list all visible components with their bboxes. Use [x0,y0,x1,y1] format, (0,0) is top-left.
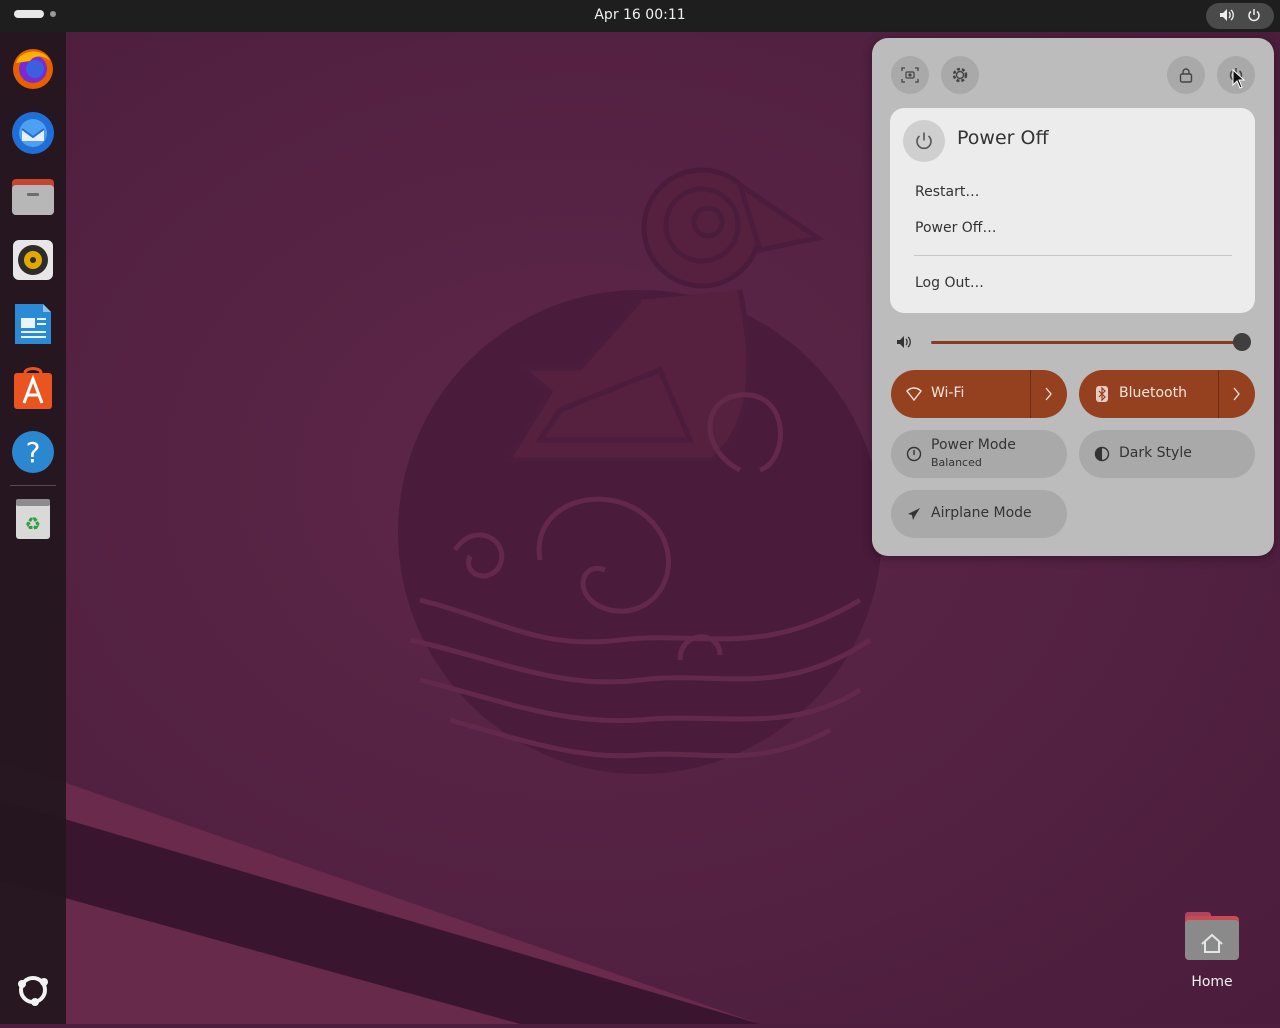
dock: ? ♻ [0,32,66,1024]
power-menu-separator [914,255,1232,256]
bluetooth-icon [1093,385,1111,403]
power-mode-icon [905,445,923,463]
power-icon [1247,7,1261,26]
svg-text:♻: ♻ [25,514,41,535]
top-bar: Apr 16 00:11 [0,0,1280,32]
volume-icon [896,334,912,353]
volume-row [896,330,1251,354]
lock-icon [1179,68,1193,83]
airplane-mode-toggle[interactable]: Airplane Mode [891,490,1067,538]
dock-item-writer[interactable] [9,300,57,348]
power-mode-subtitle: Balanced [931,456,982,469]
bluetooth-label: Bluetooth [1119,385,1187,401]
log-out-menu-item[interactable]: Log Out… [915,275,984,291]
chevron-right-icon [1233,387,1240,401]
power-off-menu-item[interactable]: Power Off… [915,220,996,236]
wifi-menu-arrow[interactable] [1030,370,1067,418]
dock-item-trash[interactable]: ♻ [9,494,57,542]
dark-style-label: Dark Style [1119,445,1192,461]
rhythmbox-icon [13,240,53,280]
dock-item-rhythmbox[interactable] [9,236,57,284]
activities-button[interactable] [14,10,56,18]
chevron-right-icon [1045,387,1052,401]
volume-slider-handle[interactable] [1233,333,1251,351]
bluetooth-toggle[interactable]: Bluetooth [1079,370,1255,418]
wifi-label: Wi-Fi [931,385,965,401]
writer-icon [15,304,51,344]
wifi-icon [905,385,923,403]
settings-button[interactable] [941,56,979,94]
power-mode-toggle[interactable]: Power Mode Balanced [891,430,1067,478]
volume-slider[interactable] [931,341,1241,344]
files-icon [12,179,54,215]
lock-button[interactable] [1167,56,1205,94]
dock-item-firefox[interactable] [9,44,57,92]
screenshot-icon [901,67,919,83]
workspace-indicator-dot [50,11,56,17]
power-menu-title: Power Off [957,127,1049,149]
mouse-cursor [1232,68,1246,93]
svg-text:?: ? [26,436,41,469]
power-icon [916,132,932,150]
clock-label[interactable]: Apr 16 00:11 [594,7,685,23]
volume-icon [1219,7,1235,26]
help-icon: ? [12,431,54,473]
dock-separator [10,485,56,486]
desktop-home-folder[interactable]: Home [1172,910,1252,990]
firefox-icon [13,49,53,89]
show-apps-icon [18,976,48,1006]
restart-menu-item[interactable]: Restart… [915,184,979,200]
power-menu-icon [903,120,945,162]
dark-style-toggle[interactable]: Dark Style [1079,430,1255,478]
dock-item-thunderbird[interactable] [9,108,57,156]
system-status-button[interactable] [1206,3,1274,29]
clock-area: Apr 16 00:11 [0,7,1280,23]
thunderbird-icon [12,112,54,154]
quick-settings-panel: Power Off Restart… Power Off… Log Out… W… [872,38,1274,556]
wifi-toggle[interactable]: Wi-Fi [891,370,1067,418]
dark-style-icon [1093,445,1111,463]
screenshot-button[interactable] [891,56,929,94]
trash-icon: ♻ [16,499,50,539]
dock-item-app-center[interactable] [9,364,57,412]
dock-item-help[interactable]: ? [9,428,57,476]
app-center-icon [14,367,52,409]
bluetooth-menu-arrow[interactable] [1218,370,1255,418]
power-mode-label: Power Mode [931,437,1016,453]
dock-item-files[interactable] [9,172,57,220]
airplane-icon [905,505,923,523]
home-folder-icon [1185,912,1239,960]
home-label: Home [1191,974,1233,990]
show-apps-button[interactable] [9,966,57,1014]
settings-icon [952,67,968,83]
airplane-mode-label: Airplane Mode [931,505,1032,521]
workspace-indicator-active [14,10,44,18]
power-off-menu: Power Off Restart… Power Off… Log Out… [890,108,1255,313]
